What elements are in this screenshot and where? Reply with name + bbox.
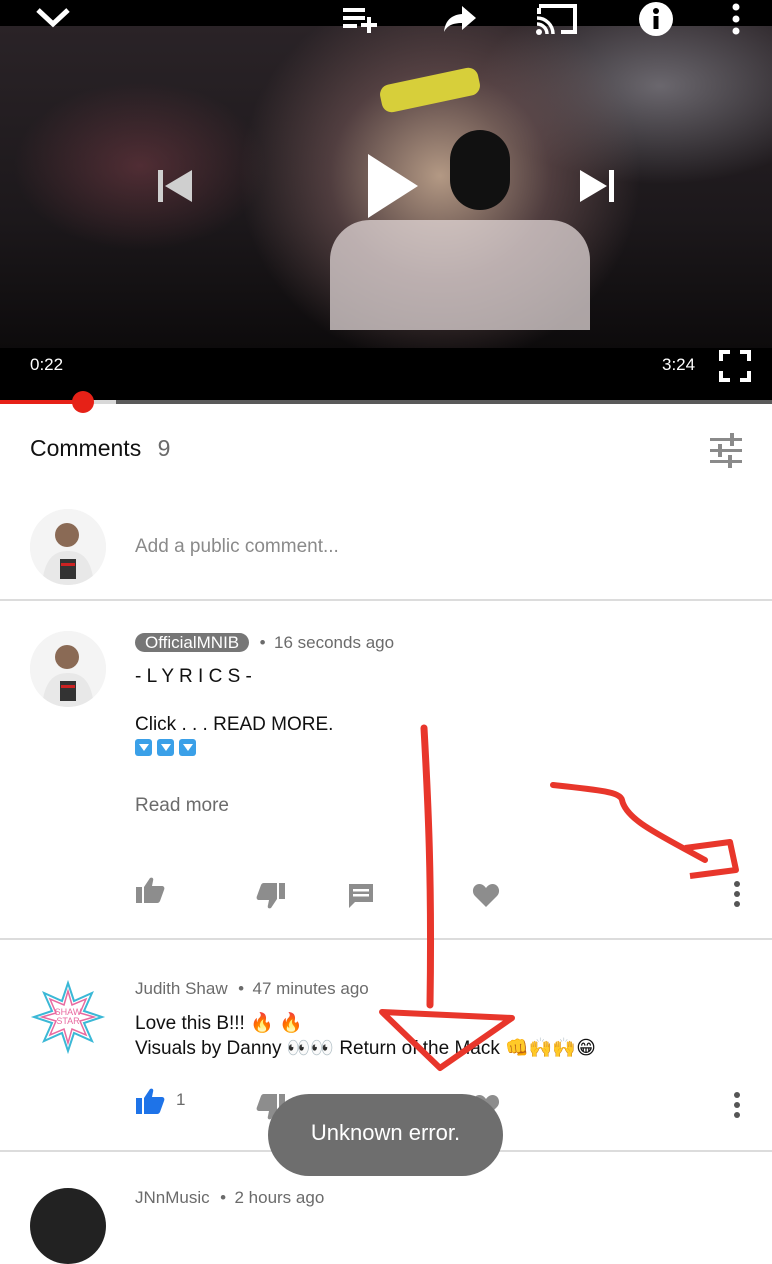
share-icon[interactable] bbox=[442, 4, 478, 34]
cast-icon[interactable] bbox=[535, 2, 579, 36]
comments-title: Comments 9 bbox=[30, 435, 170, 462]
play-icon[interactable] bbox=[364, 152, 422, 220]
sort-filter-icon[interactable] bbox=[708, 432, 744, 473]
read-more-link[interactable]: Read more bbox=[135, 795, 229, 817]
comments-count: 9 bbox=[157, 435, 171, 461]
avatar-text: SHAW STAR bbox=[54, 1007, 82, 1026]
comment-author[interactable]: Judith Shaw bbox=[135, 979, 228, 998]
dislike-icon[interactable] bbox=[256, 882, 286, 915]
add-to-playlist-icon[interactable] bbox=[341, 4, 381, 34]
comment-author[interactable]: OfficialMNIB bbox=[135, 633, 250, 652]
next-icon[interactable] bbox=[576, 168, 616, 204]
meta-separator: • bbox=[220, 1188, 227, 1207]
divider bbox=[0, 938, 772, 940]
progress-scrubber[interactable] bbox=[72, 391, 95, 413]
comments-title-label: Comments bbox=[30, 435, 142, 461]
annotation-arrowhead bbox=[684, 839, 739, 879]
add-comment-input[interactable]: Add a public comment... bbox=[135, 536, 339, 558]
progress-track[interactable] bbox=[0, 400, 772, 404]
comment-text: Visuals by Danny 👀👀 Return of the Mack 👊… bbox=[135, 1038, 596, 1059]
avatar[interactable] bbox=[30, 1188, 106, 1264]
video-player[interactable]: 0:22 3:24 bbox=[0, 0, 772, 404]
comment-text: Love this B!!! 🔥 🔥 bbox=[135, 1013, 303, 1034]
down-arrow-emoji-icon bbox=[179, 739, 196, 757]
fullscreen-icon[interactable] bbox=[719, 350, 751, 382]
down-arrow-emoji-icon bbox=[157, 739, 174, 757]
video-frame-detail bbox=[450, 130, 510, 210]
comment-author[interactable]: JNnMusic bbox=[135, 1188, 210, 1207]
divider bbox=[0, 599, 772, 601]
duration: 3:24 bbox=[662, 355, 696, 374]
comment-more-icon[interactable] bbox=[731, 1090, 743, 1125]
previous-icon[interactable] bbox=[156, 168, 196, 204]
comment-time: 2 hours ago bbox=[234, 1188, 325, 1207]
comment-more-icon[interactable] bbox=[731, 879, 743, 914]
current-time: 0:22 bbox=[30, 355, 64, 374]
comment-time: 16 seconds ago bbox=[274, 633, 395, 652]
error-toast: Unknown error. bbox=[268, 1094, 503, 1176]
comment-time: 47 minutes ago bbox=[252, 979, 369, 998]
like-icon-active[interactable] bbox=[135, 1087, 165, 1120]
like-count: 1 bbox=[176, 1090, 186, 1109]
comment-header: Judith Shaw • 47 minutes ago bbox=[135, 979, 369, 999]
progress-played bbox=[0, 400, 84, 404]
avatar[interactable]: SHAW STAR bbox=[30, 979, 106, 1055]
avatar bbox=[30, 509, 106, 585]
like-icon[interactable] bbox=[135, 876, 165, 909]
comment-header: JNnMusic • 2 hours ago bbox=[135, 1188, 324, 1208]
meta-separator: • bbox=[259, 633, 266, 652]
video-frame-detail bbox=[330, 220, 590, 330]
down-arrow-emoji-icon bbox=[135, 739, 152, 757]
meta-separator: • bbox=[238, 979, 245, 998]
reply-icon[interactable] bbox=[347, 882, 375, 915]
annotation-arrow-down bbox=[420, 724, 435, 1009]
comment-text: Click . . . READ MORE. bbox=[135, 714, 334, 735]
annotation-arrow-right bbox=[550, 782, 708, 863]
comment-text: - L Y R I C S - bbox=[135, 666, 252, 687]
info-icon[interactable] bbox=[637, 0, 675, 38]
avatar[interactable] bbox=[30, 631, 106, 707]
comment-header: OfficialMNIB • 16 seconds ago bbox=[135, 631, 394, 654]
heart-icon[interactable] bbox=[472, 882, 500, 913]
emoji-row bbox=[135, 739, 201, 757]
collapse-chevron-icon[interactable] bbox=[34, 4, 72, 32]
more-vert-icon[interactable] bbox=[729, 2, 743, 36]
